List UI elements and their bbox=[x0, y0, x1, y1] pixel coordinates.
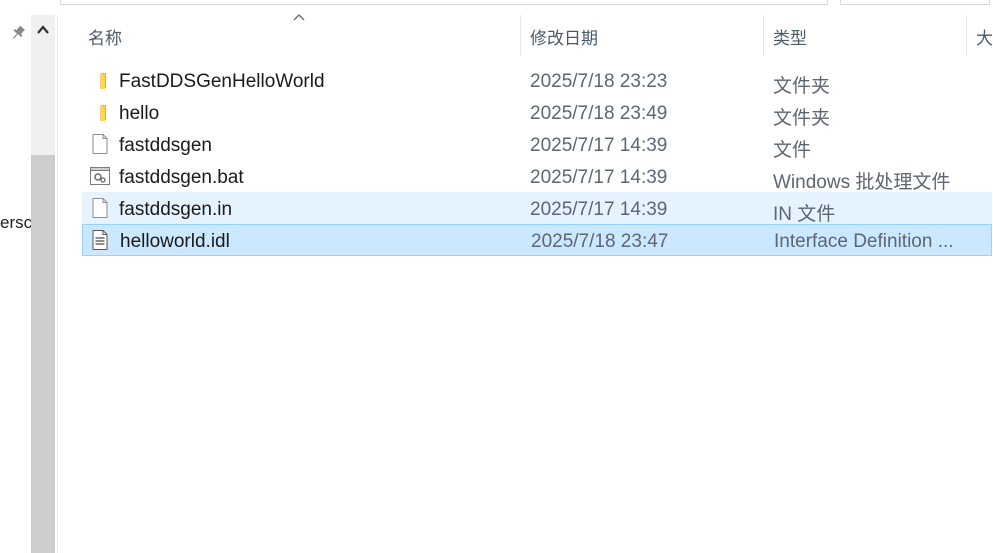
text-file-icon bbox=[92, 230, 108, 250]
nav-scrollbar-thumb[interactable] bbox=[31, 155, 55, 553]
column-header-date[interactable]: 修改日期 bbox=[530, 24, 598, 49]
file-row[interactable]: fastddsgen.bat 2025/7/17 14:39 Windows 批… bbox=[82, 160, 992, 193]
folder-icon bbox=[100, 105, 106, 121]
navigation-pane bbox=[0, 0, 31, 553]
file-name: fastddsgen bbox=[119, 135, 212, 156]
pin-icon[interactable] bbox=[9, 24, 27, 42]
file-date: 2025/7/17 14:39 bbox=[530, 167, 668, 188]
batch-file-icon bbox=[90, 167, 110, 185]
address-bar-edge bbox=[60, 0, 828, 5]
sort-ascending-icon bbox=[293, 14, 305, 21]
file-type: IN 文件 bbox=[773, 204, 836, 225]
file-row-selected[interactable]: helloworld.idl 2025/7/18 23:47 Interface… bbox=[82, 224, 992, 256]
file-type: Windows 批处理文件 bbox=[773, 172, 951, 193]
file-row-hovered[interactable]: fastddsgen.in 2025/7/17 14:39 IN 文件 bbox=[82, 192, 992, 225]
search-box-edge bbox=[840, 0, 990, 5]
file-name: fastddsgen.in bbox=[119, 199, 233, 220]
column-header-size[interactable]: 大 bbox=[976, 24, 993, 49]
file-date: 2025/7/17 14:39 bbox=[530, 199, 668, 220]
scroll-up-arrow-icon[interactable] bbox=[31, 15, 55, 45]
file-date: 2025/7/18 23:47 bbox=[531, 231, 669, 252]
blank-file-icon bbox=[92, 198, 108, 218]
file-row[interactable]: fastddsgen 2025/7/17 14:39 文件 bbox=[82, 128, 992, 161]
file-type: 文件 bbox=[773, 140, 812, 161]
file-name: helloworld.idl bbox=[120, 231, 230, 252]
file-name: fastddsgen.bat bbox=[119, 167, 244, 188]
file-type: 文件夹 bbox=[773, 76, 831, 97]
file-type: 文件夹 bbox=[773, 108, 831, 129]
pane-divider bbox=[57, 15, 58, 553]
file-row[interactable]: FastDDSGenHelloWorld 2025/7/18 23:23 文件夹 bbox=[82, 64, 992, 97]
column-header-type[interactable]: 类型 bbox=[773, 24, 807, 49]
file-date: 2025/7/17 14:39 bbox=[530, 135, 668, 156]
blank-file-icon bbox=[92, 134, 108, 154]
column-divider[interactable] bbox=[763, 15, 764, 55]
column-divider[interactable] bbox=[520, 15, 521, 55]
file-type: Interface Definition ... bbox=[774, 231, 954, 252]
file-row[interactable]: hello 2025/7/18 23:49 文件夹 bbox=[82, 96, 992, 129]
file-name: FastDDSGenHelloWorld bbox=[119, 71, 325, 92]
column-header-name[interactable]: 名称 bbox=[88, 24, 122, 49]
file-name: hello bbox=[119, 103, 160, 124]
file-date: 2025/7/18 23:49 bbox=[530, 103, 668, 124]
file-date: 2025/7/18 23:23 bbox=[530, 71, 668, 92]
folder-icon bbox=[100, 73, 106, 89]
nav-item-label[interactable]: ersc bbox=[0, 213, 31, 233]
column-divider[interactable] bbox=[966, 15, 967, 55]
